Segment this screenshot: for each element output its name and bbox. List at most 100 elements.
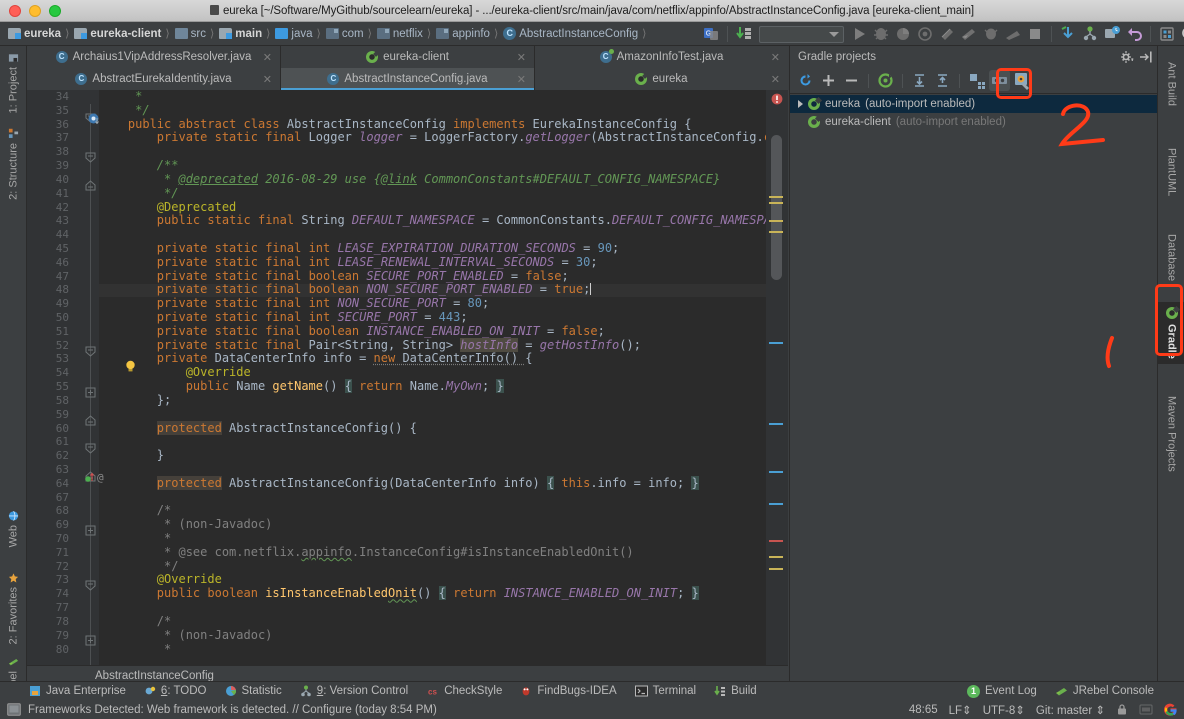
run-configuration-selector[interactable] <box>759 26 844 43</box>
sidebar-item-favorites[interactable]: 2: Favorites <box>0 568 27 648</box>
code-text[interactable]: * */ public abstract class AbstractInsta… <box>99 90 766 696</box>
stripe-warning-mark[interactable] <box>769 220 783 222</box>
breadcrumb-src[interactable]: src ⟩ <box>173 22 218 45</box>
sidebar-item-plantuml[interactable]: PlantUML <box>1158 138 1184 201</box>
bottom-item-terminal[interactable]: Terminal <box>626 682 705 700</box>
status-message[interactable]: Frameworks Detected: Web framework is de… <box>28 704 437 716</box>
commit-vcs-icon[interactable] <box>1080 24 1100 44</box>
scrollbar-thumb[interactable] <box>771 135 782 280</box>
sidebar-item-ant-build[interactable]: Ant Build <box>1158 52 1184 111</box>
status-message-area[interactable]: Frameworks Detected: Web framework is de… <box>0 703 437 716</box>
stop-icon[interactable] <box>1025 24 1045 44</box>
stripe-warning-mark[interactable] <box>769 231 783 233</box>
implemented-method-icon[interactable] <box>88 113 99 124</box>
stripe-warning-mark[interactable] <box>769 568 783 570</box>
breadcrumb-com[interactable]: com ⟩ <box>324 22 375 45</box>
gear-icon[interactable] <box>1119 49 1135 65</box>
expand-all-icon[interactable] <box>909 70 930 91</box>
sidebar-item-structure[interactable]: 2: Structure <box>0 124 27 204</box>
editor-tab-eureka-client-gradle[interactable]: eureka-client ✕ <box>281 46 535 68</box>
attach-gradle-project-icon[interactable] <box>818 70 839 91</box>
detach-external-project-icon[interactable] <box>841 70 862 91</box>
editor-tab-amazoninfotest[interactable]: C AmazonInfoTest.java ✕ <box>535 46 788 68</box>
close-tab-icon[interactable]: ✕ <box>263 73 272 86</box>
gradle-project-tree[interactable]: eureka (auto-import enabled) eureka-clie… <box>790 94 1157 131</box>
fold-column[interactable] <box>83 90 99 696</box>
stripe-info-mark[interactable] <box>769 471 783 473</box>
close-tab-icon[interactable]: ✕ <box>263 51 272 64</box>
error-stripe-status-icon[interactable] <box>771 93 783 105</box>
close-tab-icon[interactable]: ✕ <box>771 73 780 86</box>
sidebar-item-project[interactable]: 1: Project <box>0 48 27 117</box>
stripe-warning-mark[interactable] <box>769 556 783 558</box>
close-tab-icon[interactable]: ✕ <box>517 73 526 86</box>
breadcrumb-eureka[interactable]: eureka ⟩ <box>6 22 72 45</box>
fold-collapse-icon[interactable] <box>85 180 96 191</box>
refresh-all-gradle-projects-icon[interactable] <box>795 70 816 91</box>
bottom-item-checkstyle[interactable]: cs CheckStyle <box>417 682 511 700</box>
breadcrumb-appinfo[interactable]: appinfo ⟩ <box>434 22 501 45</box>
fold-collapse-icon[interactable] <box>85 152 96 163</box>
fold-collapse-icon[interactable] <box>85 346 96 357</box>
google-icon[interactable] <box>1164 703 1177 716</box>
bottom-item-jrebel-console[interactable]: JRebel Console <box>1046 682 1184 700</box>
caret-position[interactable]: 48:65 <box>909 704 938 716</box>
gradle-tree-row-eureka[interactable]: eureka (auto-import enabled) <box>790 95 1157 113</box>
sidebar-item-maven-projects[interactable]: m Maven Projects <box>1158 386 1184 477</box>
update-project-icon[interactable] <box>734 24 754 44</box>
editor-tab-abstractinstanceconfig[interactable]: C AbstractInstanceConfig.java ✕ <box>281 68 535 90</box>
line-separator-indicator[interactable]: LF⇕ <box>949 703 972 717</box>
sync-project-icon[interactable]: G <box>701 24 721 44</box>
run-icon[interactable] <box>849 24 869 44</box>
execute-gradle-task-icon[interactable] <box>875 70 896 91</box>
close-window-button[interactable] <box>9 5 21 17</box>
undo-icon[interactable] <box>1124 24 1144 44</box>
fold-collapse-icon[interactable] <box>85 443 96 454</box>
breadcrumb-eureka-client[interactable]: eureka-client ⟩ <box>72 22 172 45</box>
expand-arrow-icon[interactable] <box>798 100 803 108</box>
close-tab-icon[interactable]: ✕ <box>517 51 526 64</box>
sidebar-item-database[interactable]: Database <box>1158 224 1184 286</box>
stripe-warning-mark[interactable] <box>769 202 783 204</box>
editor-tab-abstracteurekaidentity[interactable]: C AbstractEurekaIdentity.java ✕ <box>27 68 281 90</box>
bottom-item-event-log[interactable]: 1 Event Log <box>958 682 1046 700</box>
bottom-item-findbugs[interactable]: FindBugs-IDEA <box>511 682 625 700</box>
minimize-window-button[interactable] <box>29 5 41 17</box>
breadcrumb-netflix[interactable]: netflix ⟩ <box>375 22 434 45</box>
fold-collapse-icon[interactable] <box>85 580 96 591</box>
bottom-item-java-enterprise[interactable]: Java Enterprise <box>20 682 135 700</box>
profile-icon[interactable] <box>915 24 935 44</box>
breadcrumb-java[interactable]: java ⟩ <box>273 22 323 45</box>
bottom-item-build[interactable]: Build <box>705 682 766 700</box>
code-editor[interactable]: 34 35 36 37 38 39 40 41 42 43 44 45 46 47 48 49 50 51 52 53… <box>27 90 788 696</box>
toggle-offline-mode-icon[interactable] <box>966 70 987 91</box>
memory-indicator-icon[interactable] <box>1139 703 1153 716</box>
bottom-item-statistic[interactable]: Statistic <box>216 682 291 700</box>
fold-collapse-icon[interactable] <box>85 415 96 426</box>
bottom-item-version-control[interactable]: 9: Version Control <box>291 682 417 700</box>
run-with-coverage-icon[interactable] <box>893 24 913 44</box>
debug-icon[interactable] <box>871 24 891 44</box>
encoding-indicator[interactable]: UTF-8⇕ <box>983 703 1025 717</box>
maximize-window-button[interactable] <box>49 5 61 17</box>
bottom-item-todo[interactable]: 6: TODO <box>135 682 216 700</box>
search-everywhere-icon[interactable] <box>1179 24 1184 44</box>
error-stripe[interactable] <box>766 90 788 696</box>
update-vcs-icon[interactable] <box>1058 24 1078 44</box>
jrebel-run-icon[interactable] <box>959 24 979 44</box>
overriding-method-icon[interactable] <box>85 472 94 483</box>
fold-expand-icon[interactable] <box>85 525 96 536</box>
lock-icon[interactable] <box>1116 703 1128 716</box>
settings-icon[interactable] <box>1102 24 1122 44</box>
breadcrumb-class[interactable]: C AbstractInstanceConfig ⟩ <box>501 22 649 45</box>
stripe-info-mark[interactable] <box>769 423 783 425</box>
stripe-warning-mark[interactable] <box>769 196 783 198</box>
coverage-grid-icon[interactable] <box>937 24 957 44</box>
git-branch-indicator[interactable]: Git: master ⇕ <box>1036 703 1105 717</box>
stripe-info-mark[interactable] <box>769 342 783 344</box>
hide-panel-icon[interactable] <box>1139 50 1153 64</box>
jrebel-debug-icon[interactable] <box>981 24 1001 44</box>
breadcrumb-main[interactable]: main ⟩ <box>217 22 273 45</box>
stripe-info-mark[interactable] <box>769 503 783 505</box>
sidebar-item-web[interactable]: Web <box>0 506 27 551</box>
